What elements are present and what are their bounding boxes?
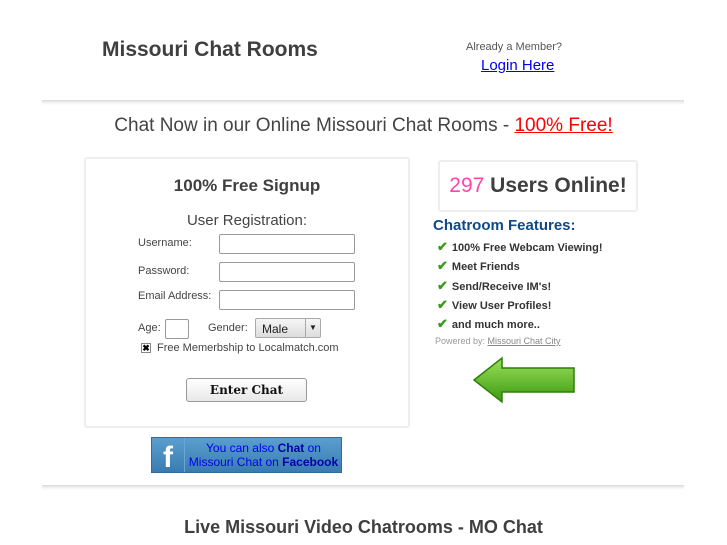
divider [42,100,684,105]
divider [42,485,684,490]
users-online-label: Users Online! [484,174,627,197]
checkmark-icon: ✔ [437,297,448,312]
age-input[interactable] [165,319,189,339]
feature-item: ✔ Send/Receive IM's! [437,278,552,293]
gender-select[interactable]: Male ▼ [255,318,321,338]
gender-value: Male [262,322,289,336]
checkmark-icon: ✔ [437,239,448,254]
tagline: Chat Now in our Online Missouri Chat Roo… [0,115,727,137]
facebook-f-icon: f [152,438,185,474]
green-left-arrow-icon [472,356,575,404]
signup-heading: 100% Free Signup [173,176,321,195]
users-online-box: 297 Users Online! [438,160,638,212]
feature-item: ✔ and much more.. [437,316,540,331]
feature-item: ✔ View User Profiles! [437,297,552,312]
chevron-down-icon: ▼ [305,319,320,337]
users-online-count: 297 [449,174,485,197]
powered-by-link[interactable]: Missouri Chat City [488,336,561,346]
tagline-text: Chat Now in our Online Missouri Chat Roo… [114,115,515,136]
checkmark-icon: ✔ [437,316,448,331]
feature-item: ✔ 100% Free Webcam Viewing! [437,239,603,254]
password-input[interactable] [219,262,355,282]
features-heading: Chatroom Features: [433,217,576,234]
age-label: Age: [138,322,161,334]
footer-title: Live Missouri Video Chatrooms - MO Chat [184,517,543,537]
facebook-text: You can also Chat on Missouri Chat on Fac… [188,441,339,469]
feature-item: ✔ Meet Friends [437,258,520,273]
username-input[interactable] [219,234,355,254]
gender-label: Gender: [208,322,248,334]
site-title: Missouri Chat Rooms [102,38,318,61]
enter-chat-button[interactable]: Enter Chat [186,378,307,402]
membership-checkbox[interactable]: ✖ [141,343,151,353]
already-member-text: Already a Member? [466,41,562,53]
membership-label: Free Memerbship to Localmatch.com [157,342,339,354]
registration-heading: User Registration: [186,212,308,229]
email-label: Email Address: [138,290,212,302]
username-label: Username: [138,237,192,249]
email-input[interactable] [219,290,355,310]
password-label: Password: [138,265,190,277]
checkmark-icon: ✔ [437,278,448,293]
facebook-banner[interactable]: f You can also Chat on Missouri Chat on F… [151,437,342,474]
free-link[interactable]: 100% Free! [514,115,612,136]
login-link[interactable]: Login Here [481,57,554,74]
checkmark-icon: ✔ [437,258,448,273]
powered-by: Powered by: Missouri Chat City [435,336,561,346]
